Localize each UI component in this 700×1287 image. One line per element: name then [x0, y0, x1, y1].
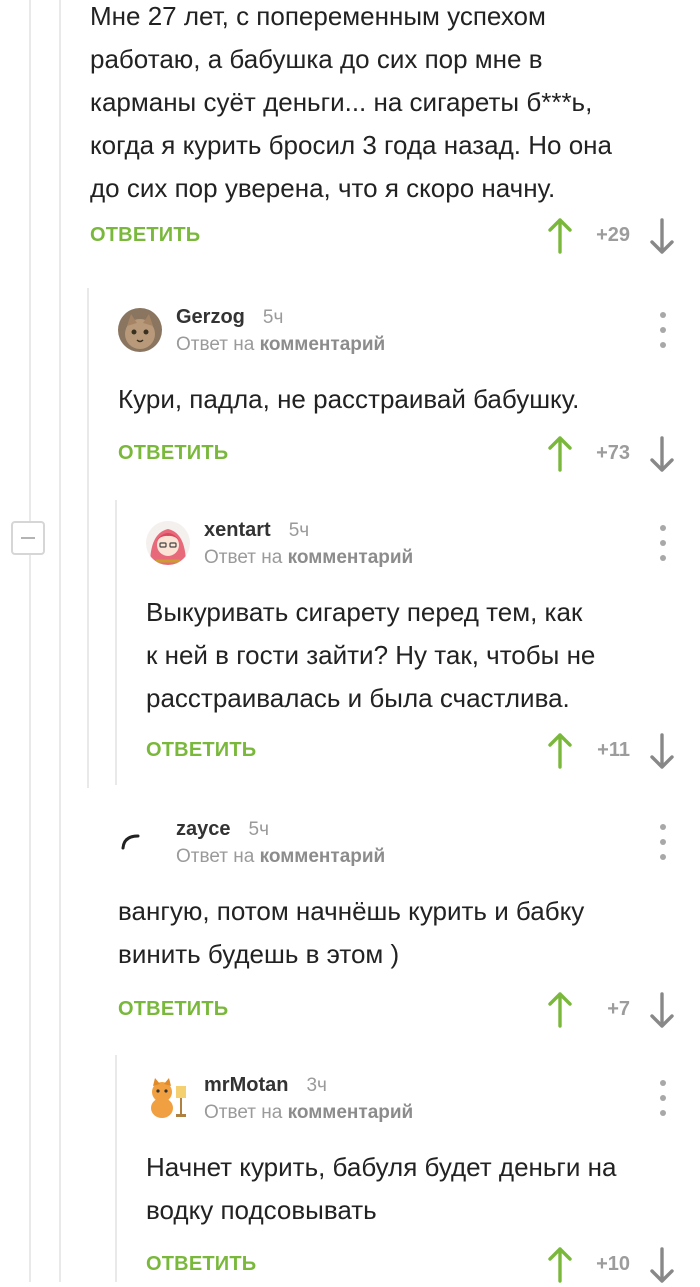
- comment-line: Мне 27 лет, с попеременным успехом: [90, 1, 546, 31]
- comment-actions: ОТВЕТИТЬ +73: [118, 436, 680, 476]
- comment-line: винить будешь в этом ): [118, 939, 400, 969]
- kebab-menu-icon[interactable]: [653, 1080, 673, 1116]
- comment-line: водку подсовывать: [146, 1195, 377, 1225]
- comment-body: Выкуривать сигарету перед тем, как к ней…: [146, 591, 680, 720]
- avatar[interactable]: [146, 521, 190, 565]
- downvote-arrow-icon[interactable]: [648, 992, 676, 1028]
- comment-actions: ОТВЕТИТЬ +10: [146, 1247, 680, 1287]
- comment-line: Выкуривать сигарету перед тем, как: [146, 597, 583, 627]
- kebab-menu-icon[interactable]: [653, 312, 673, 348]
- comment-line: карманы суёт деньги... на сигареты б***ь…: [90, 87, 593, 117]
- reply-to-prefix: Ответ на: [204, 547, 283, 568]
- comment: xentart 5ч Ответ на комментарий Выкуриват…: [146, 519, 680, 773]
- rating: +7: [607, 998, 630, 1020]
- reply-to-link[interactable]: комментарий: [260, 334, 386, 355]
- author-line: mrMotan 3ч: [204, 1074, 327, 1097]
- author-name[interactable]: Gerzog: [176, 306, 245, 328]
- reply-to-link[interactable]: комментарий: [288, 547, 414, 568]
- reply-button[interactable]: ОТВЕТИТЬ: [118, 998, 228, 1021]
- downvote-arrow-icon[interactable]: [648, 436, 676, 472]
- comment-line: Кури, падла, не расстраивай бабушку.: [118, 384, 580, 414]
- comment-line: к ней в гости зайти? Ну так, чтобы не: [146, 640, 596, 670]
- comment-body: Кури, падла, не расстраивай бабушку.: [118, 378, 680, 421]
- author-line: Gerzog 5ч: [176, 306, 283, 329]
- reply-button[interactable]: ОТВЕТИТЬ: [146, 1253, 256, 1276]
- comment-header: xentart 5ч Ответ на комментарий: [146, 519, 680, 581]
- avatar[interactable]: [118, 820, 162, 864]
- comment-header: zayce 5ч Ответ на комментарий: [118, 818, 680, 880]
- kebab-menu-icon[interactable]: [653, 824, 673, 860]
- downvote-arrow-icon[interactable]: [648, 218, 676, 254]
- comment-line: расстраивалась и была счастлива.: [146, 683, 570, 713]
- comment: Gerzog 5ч Ответ на комментарий Кури, падл…: [118, 306, 680, 476]
- reply-button[interactable]: ОТВЕТИТЬ: [146, 739, 256, 762]
- comment: Мне 27 лет, с попеременным успехом работ…: [90, 0, 680, 258]
- reply-to: Ответ на комментарий: [176, 334, 385, 356]
- comment-header: Gerzog 5ч Ответ на комментарий: [118, 306, 680, 368]
- author-line: zayce 5ч: [176, 818, 269, 841]
- author-name[interactable]: xentart: [204, 519, 271, 541]
- comment-line: работаю, а бабушка до сих пор мне в: [90, 44, 543, 74]
- author-line: xentart 5ч: [204, 519, 309, 542]
- thread-line: [59, 0, 61, 1282]
- reply-to: Ответ на комментарий: [204, 547, 413, 569]
- author-name[interactable]: mrMotan: [204, 1074, 288, 1096]
- author-name[interactable]: zayce: [176, 818, 231, 840]
- reply-to-link[interactable]: комментарий: [288, 1102, 414, 1123]
- comment-line: Начнет курить, бабуля будет деньги на: [146, 1152, 617, 1182]
- avatar[interactable]: [118, 308, 162, 352]
- reply-to-prefix: Ответ на: [204, 1102, 283, 1123]
- downvote-arrow-icon[interactable]: [648, 1247, 676, 1283]
- collapse-thread-icon[interactable]: [11, 521, 45, 555]
- thread-line: [29, 0, 31, 1282]
- reply-to-prefix: Ответ на: [176, 334, 255, 355]
- comment-time: 3ч: [306, 1075, 327, 1096]
- comment-body: Начнет курить, бабуля будет деньги на во…: [146, 1146, 680, 1232]
- comment-actions: ОТВЕТИТЬ +7: [118, 992, 680, 1032]
- rating: +29: [596, 224, 630, 246]
- rating: +73: [596, 442, 630, 464]
- comment: mrMotan 3ч Ответ на комментарий Начнет ку…: [146, 1074, 680, 1287]
- comment-time: 5ч: [262, 307, 284, 328]
- comment-header: mrMotan 3ч Ответ на комментарий: [146, 1074, 680, 1136]
- avatar[interactable]: [146, 1076, 190, 1120]
- thread-line: [115, 1055, 117, 1282]
- comment-time: 5ч: [248, 819, 269, 840]
- comment-body: вангую, потом начнёшь курить и бабку вин…: [118, 890, 680, 976]
- comment-line: вангую, потом начнёшь курить и бабку: [118, 896, 585, 926]
- reply-button[interactable]: ОТВЕТИТЬ: [90, 224, 200, 247]
- reply-to-link[interactable]: комментарий: [260, 846, 386, 867]
- thread-line: [87, 288, 89, 788]
- comment-line: до сих пор уверена, что я скоро начну.: [90, 173, 556, 203]
- reply-to-prefix: Ответ на: [176, 846, 255, 867]
- comment-body: Мне 27 лет, с попеременным успехом работ…: [90, 0, 680, 210]
- comment-actions: ОТВЕТИТЬ +11: [146, 733, 680, 773]
- reply-button[interactable]: ОТВЕТИТЬ: [118, 442, 228, 465]
- comment-line: когда я курить бросил 3 года назад. Но о…: [90, 130, 612, 160]
- reply-to: Ответ на комментарий: [176, 846, 385, 868]
- rating: +11: [597, 739, 630, 761]
- reply-to: Ответ на комментарий: [204, 1102, 413, 1124]
- downvote-arrow-icon[interactable]: [648, 733, 676, 769]
- rating: +10: [596, 1253, 630, 1275]
- comment-time: 5ч: [288, 520, 310, 541]
- comment: zayce 5ч Ответ на комментарий вангую, пот…: [118, 818, 680, 1032]
- comment-actions: ОТВЕТИТЬ +29: [90, 218, 680, 258]
- thread-line: [115, 500, 117, 785]
- kebab-menu-icon[interactable]: [653, 525, 673, 561]
